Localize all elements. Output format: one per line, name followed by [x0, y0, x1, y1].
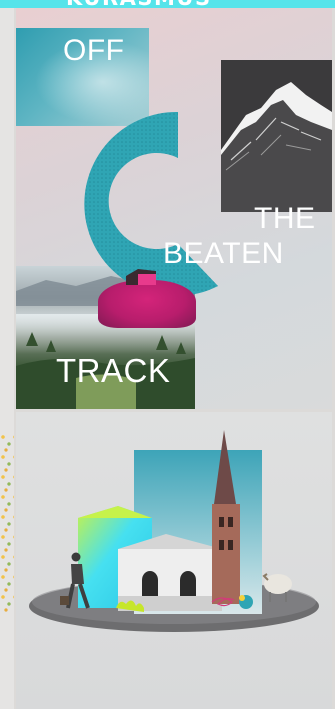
village-scene [29, 430, 319, 632]
village-collage-illustration[interactable] [16, 412, 332, 709]
poster-word-track: TRACK [56, 352, 171, 389]
poster-word-off: OFF [63, 34, 125, 67]
crescent-shape [84, 111, 218, 296]
pink-barn [126, 269, 156, 285]
map-dots [0, 433, 14, 613]
left-map-strip [0, 8, 14, 709]
banner-title: KURASMUS [66, 0, 212, 8]
poster-off-the-beaten-track[interactable]: OFF THE BEATEN TRACK [16, 8, 332, 409]
top-banner: KURASMUS [0, 0, 335, 8]
poster-word-beaten: BEATEN [163, 237, 284, 270]
poster-word-the: THE [254, 202, 316, 235]
pink-flower-field [98, 280, 196, 328]
